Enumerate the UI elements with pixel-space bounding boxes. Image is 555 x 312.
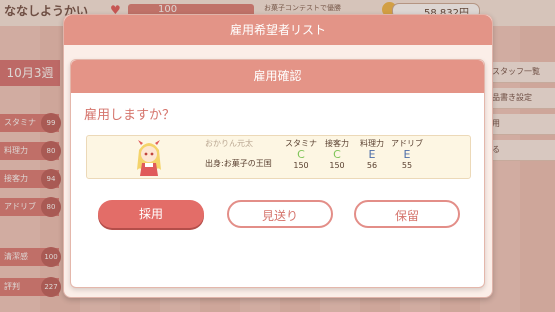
candidate-name: おかりん元太 — [205, 139, 253, 148]
hire-confirm-title: 雇用確認 — [71, 60, 484, 93]
hire-confirm-dialog: 雇用確認 雇用しますか？ おかりん元太 出身:お菓子の王国 スタミナ C 150… — [70, 59, 485, 288]
hold-button[interactable]: 保留 — [354, 200, 460, 228]
skip-button[interactable]: 見送り — [227, 200, 333, 228]
applicant-list-title: 雇用希望者リスト — [64, 15, 492, 45]
hire-question: 雇用しますか？ — [84, 108, 176, 123]
candidate-card: おかりん元太 出身:お菓子の王国 スタミナ C 150 接客力 C 150 料理… — [86, 135, 471, 179]
candidate-stat-cooking: 料理力 E 56 — [360, 139, 384, 170]
candidate-stat-adlib: アドリブ E 55 — [391, 139, 423, 170]
hire-button[interactable]: 採用 — [98, 200, 204, 228]
candidate-origin: 出身:お菓子の王国 — [205, 159, 272, 168]
candidate-stat-service: 接客力 C 150 — [325, 139, 349, 170]
candidate-stat-stamina: スタミナ C 150 — [285, 139, 317, 170]
candidate-portrait — [137, 140, 161, 176]
